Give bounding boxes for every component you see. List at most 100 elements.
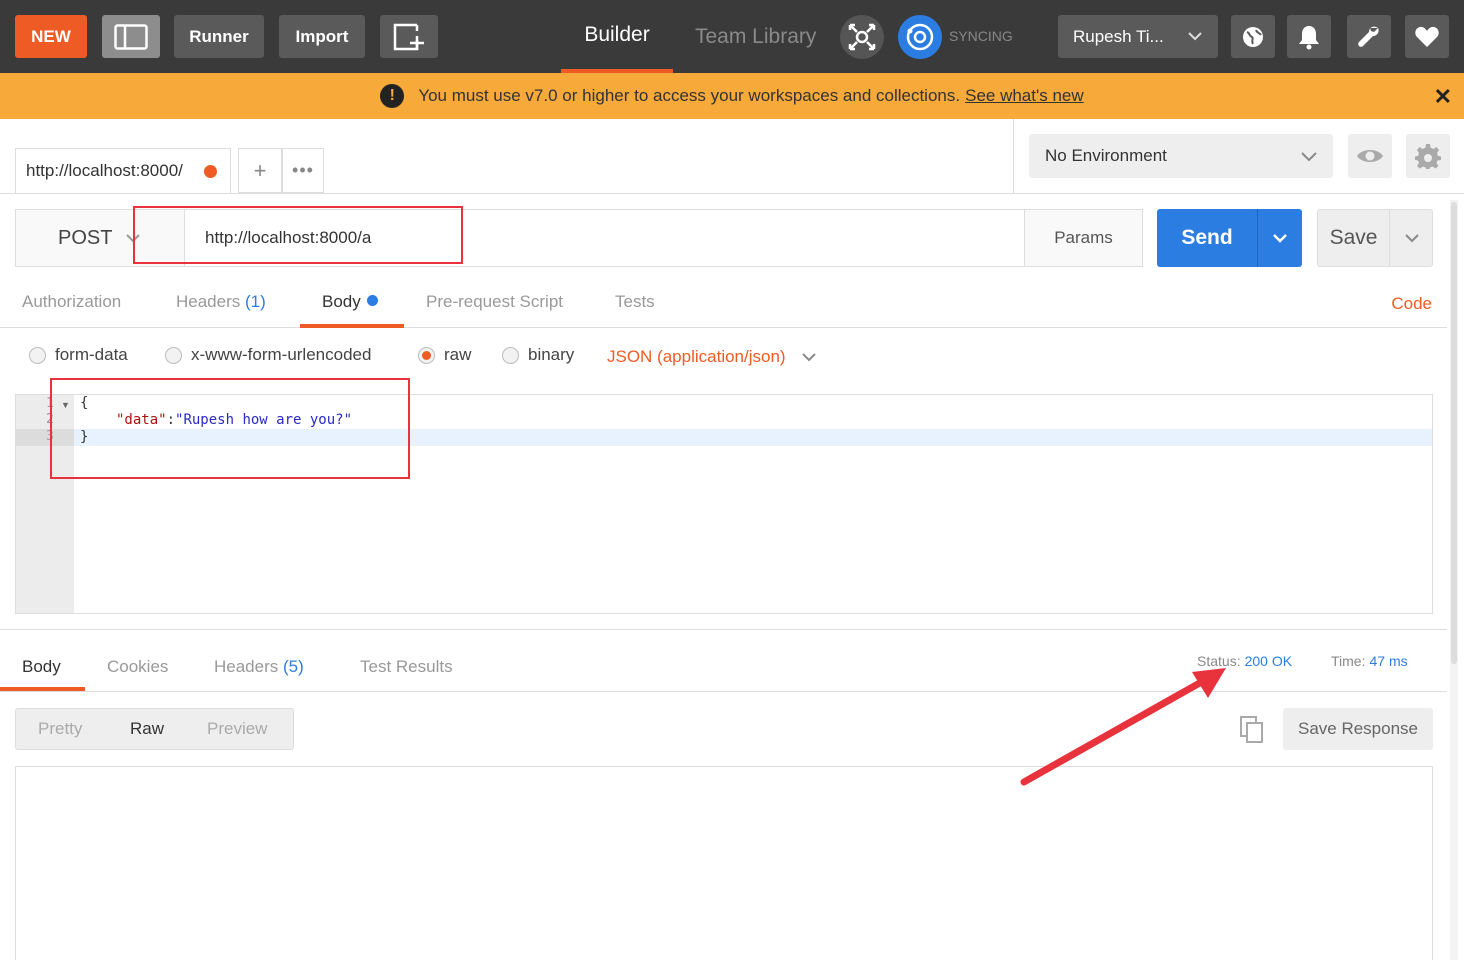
version-warning-banner: ! You must use v7.0 or higher to access … xyxy=(0,73,1464,119)
radio-form-data[interactable]: form-data xyxy=(29,345,128,365)
chevron-down-icon xyxy=(1273,234,1287,243)
tab-headers-label: Headers xyxy=(176,292,241,311)
globe-button[interactable] xyxy=(1231,15,1275,58)
runner-button[interactable]: Runner xyxy=(174,15,264,58)
eye-icon xyxy=(1357,150,1383,162)
user-dropdown[interactable]: Rupesh Ti... xyxy=(1058,15,1218,58)
environment-selected: No Environment xyxy=(1045,146,1167,165)
interceptor-button[interactable] xyxy=(840,15,884,59)
radio-raw[interactable]: raw xyxy=(418,345,471,365)
request-tab[interactable]: http://localhost:8000/ xyxy=(15,148,231,193)
view-pretty-button[interactable]: Pretty xyxy=(38,709,82,749)
chevron-down-icon xyxy=(1188,32,1202,41)
headers-count: (1) xyxy=(245,292,266,311)
heart-icon xyxy=(1415,26,1439,47)
tab-builder[interactable]: Builder xyxy=(561,0,673,73)
view-raw-button[interactable]: Raw xyxy=(130,709,164,749)
manage-environments-button[interactable] xyxy=(1406,134,1450,178)
more-tabs-button[interactable]: ••• xyxy=(282,148,324,193)
radio-urlencoded[interactable]: x-www-form-urlencoded xyxy=(165,345,371,365)
body-indicator xyxy=(366,295,378,306)
status-value: 200 OK xyxy=(1244,653,1293,669)
request-tabs-row: http://localhost:8000/ + ••• No Environm… xyxy=(0,119,1464,194)
content-type-select[interactable]: JSON (application/json) xyxy=(607,347,818,367)
globe-icon xyxy=(1243,26,1263,47)
tab-test-results[interactable]: Test Results xyxy=(360,657,453,677)
close-icon[interactable]: ✕ xyxy=(1434,84,1452,110)
time-label: Time: xyxy=(1331,653,1366,669)
radio-label: raw xyxy=(444,345,472,364)
new-button[interactable]: NEW xyxy=(15,15,87,58)
sidebar-toggle-icon xyxy=(114,23,148,50)
params-button[interactable]: Params xyxy=(1024,210,1142,266)
radio-binary[interactable]: binary xyxy=(502,345,574,365)
request-subtabs: Authorization Headers (1) Body Pre-reque… xyxy=(0,280,1447,328)
copy-icon[interactable] xyxy=(1238,714,1266,744)
radio-circle xyxy=(502,346,519,364)
response-view-toggle: Pretty Raw Preview xyxy=(15,708,294,750)
send-button[interactable]: Send xyxy=(1157,209,1302,267)
chevron-down-icon xyxy=(1404,234,1419,243)
body-type-options: form-data x-www-form-urlencoded raw bina… xyxy=(0,340,1447,376)
response-time: Time: 47 ms xyxy=(1331,653,1408,669)
divider xyxy=(0,629,1447,630)
environment-select[interactable]: No Environment xyxy=(1029,134,1333,178)
user-name: Rupesh Ti... xyxy=(1073,26,1164,46)
tab-body-label: Body xyxy=(322,292,361,311)
radio-circle-selected xyxy=(418,346,435,364)
tab-headers[interactable]: Headers (1) xyxy=(176,292,266,312)
send-button-label: Send xyxy=(1181,226,1233,249)
sync-status: SYNCING xyxy=(949,28,1013,44)
view-preview-button[interactable]: Preview xyxy=(207,709,267,749)
radio-label: binary xyxy=(528,345,575,364)
request-tab-title: http://localhost:8000/ xyxy=(26,161,183,180)
save-button[interactable]: Save xyxy=(1317,209,1433,267)
radio-circle xyxy=(165,346,182,364)
environment-quick-look-button[interactable] xyxy=(1348,134,1392,178)
tab-tests[interactable]: Tests xyxy=(615,292,655,312)
whats-new-link[interactable]: See what's new xyxy=(965,86,1084,106)
active-tab-underline xyxy=(300,324,404,328)
new-window-icon xyxy=(393,23,424,50)
divider xyxy=(1013,119,1014,194)
tab-cookies[interactable]: Cookies xyxy=(107,657,168,677)
sync-button[interactable] xyxy=(898,15,942,59)
active-tab-underline xyxy=(0,687,85,691)
new-window-button[interactable] xyxy=(380,15,438,58)
tab-prerequest-script[interactable]: Pre-request Script xyxy=(426,292,563,312)
radio-circle xyxy=(29,346,46,364)
annotation-arrow xyxy=(1020,668,1226,786)
radio-label: form-data xyxy=(55,345,128,364)
import-button[interactable]: Import xyxy=(279,15,365,58)
top-toolbar: NEW Runner Import Builder Team Library S xyxy=(0,0,1464,73)
body-highlight-box xyxy=(50,378,410,479)
tab-response-body[interactable]: Body xyxy=(22,657,61,677)
save-options-button[interactable] xyxy=(1389,210,1433,266)
save-button-label: Save xyxy=(1329,226,1378,249)
interceptor-icon xyxy=(848,23,876,51)
warning-icon: ! xyxy=(380,84,405,108)
chevron-down-icon xyxy=(1301,152,1317,162)
code-link[interactable]: Code xyxy=(1391,294,1432,314)
time-value: 47 ms xyxy=(1369,653,1408,669)
add-tab-button[interactable]: + xyxy=(238,148,282,193)
banner-message: You must use v7.0 or higher to access yo… xyxy=(418,86,961,105)
unsaved-indicator xyxy=(204,165,217,178)
tab-response-headers[interactable]: Headers (5) xyxy=(214,657,304,677)
tab-authorization[interactable]: Authorization xyxy=(22,292,121,312)
gear-icon xyxy=(1415,144,1441,169)
send-options-button[interactable] xyxy=(1257,209,1302,267)
heart-button[interactable] xyxy=(1405,15,1449,58)
response-headers-count: (5) xyxy=(283,657,304,676)
url-highlight-box xyxy=(133,206,463,264)
sync-icon xyxy=(906,23,934,51)
method-label: POST xyxy=(58,226,113,249)
sidebar-toggle-button[interactable] xyxy=(102,15,160,58)
scrollbar-thumb[interactable] xyxy=(1451,202,1457,664)
tab-body[interactable]: Body xyxy=(322,292,378,312)
settings-button[interactable] xyxy=(1347,15,1391,58)
notifications-button[interactable] xyxy=(1287,15,1331,58)
save-response-button[interactable]: Save Response xyxy=(1283,708,1433,750)
tab-team-library[interactable]: Team Library xyxy=(695,0,825,73)
content-type-label: JSON (application/json) xyxy=(607,347,786,366)
